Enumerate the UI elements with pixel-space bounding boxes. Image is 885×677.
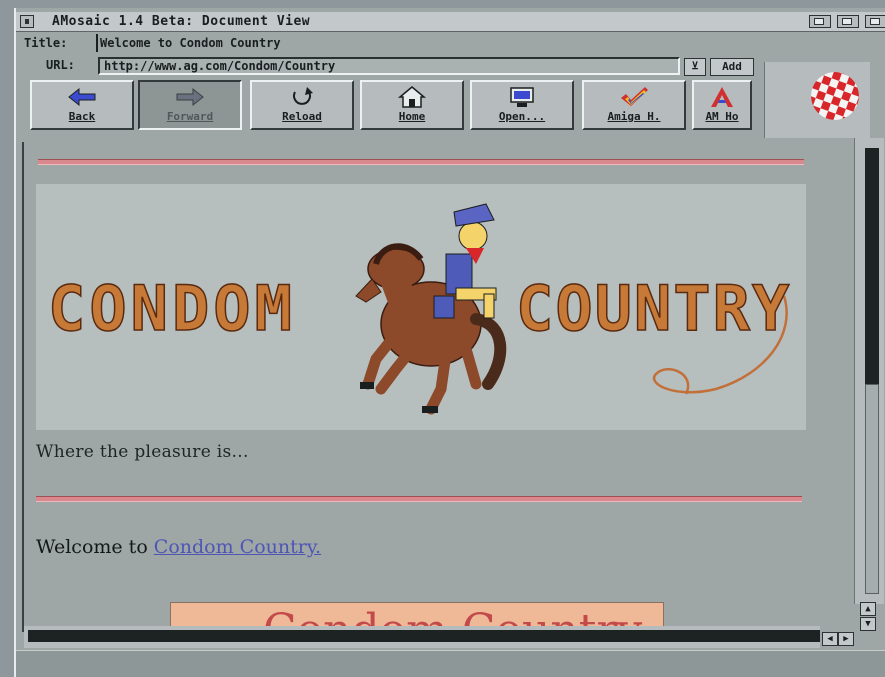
back-button[interactable]: Back <box>30 80 134 130</box>
home-button[interactable]: Home <box>360 80 464 130</box>
vertical-scroll-track[interactable] <box>865 384 879 594</box>
window-title: AMosaic 1.4 Beta: Document View <box>52 14 311 29</box>
boing-ball-icon <box>811 72 859 120</box>
am-home-button[interactable]: AM Ho <box>692 80 752 130</box>
browser-window: AMosaic 1.4 Beta: Document View Title: W… <box>14 8 885 677</box>
reload-button[interactable]: Reload <box>250 80 354 130</box>
logo-panel[interactable] <box>764 62 870 138</box>
amiga-home-button-label: Amiga H. <box>607 110 661 123</box>
welcome-paragraph: Welcome to Condom Country. <box>36 536 321 558</box>
url-field-label: URL: <box>46 58 75 72</box>
toolbar: Back Forward Reload Home Open... Amiga H… <box>16 80 761 136</box>
banner-left-word: CONDOM <box>48 272 296 345</box>
back-arrow-icon <box>68 87 96 107</box>
condom-country-banner[interactable]: CONDOM COUNTRY <box>36 184 806 430</box>
horizontal-rule <box>38 159 804 165</box>
forward-button-label: Forward <box>166 110 214 123</box>
url-input[interactable] <box>98 57 680 75</box>
document-title: Welcome to Condom Country <box>96 34 756 52</box>
iconify-gadget[interactable] <box>865 15 885 28</box>
reload-icon <box>293 87 313 105</box>
zoom-gadget[interactable] <box>809 15 831 28</box>
forward-button[interactable]: Forward <box>138 80 242 130</box>
open-icon <box>510 87 534 107</box>
banner-right-word: COUNTRY <box>516 272 791 345</box>
welcome-text: Welcome to <box>36 536 154 558</box>
vertical-scrollbar[interactable] <box>854 138 884 604</box>
back-button-label: Back <box>68 110 96 123</box>
scroll-left-arrow-icon[interactable]: ◀ <box>822 632 838 646</box>
forward-arrow-icon <box>176 87 204 107</box>
scroll-up-arrow-icon[interactable]: ▲ <box>860 602 876 616</box>
cowboy-on-horse-illustration: CONDOM COUNTRY <box>47 203 791 415</box>
url-dropdown-button[interactable]: ⊻ <box>684 58 706 76</box>
scroll-right-arrow-icon[interactable]: ▶ <box>838 632 854 646</box>
reload-button-label: Reload <box>282 110 322 123</box>
title-field-label: Title: <box>24 36 68 50</box>
condom-country-link[interactable]: Condom Country. <box>154 536 321 558</box>
amiga-checkmark-icon <box>621 87 648 106</box>
tagline: Where the pleasure is... <box>36 442 249 462</box>
vertical-scroll-knob[interactable] <box>865 148 879 384</box>
depth-gadget[interactable] <box>837 15 859 28</box>
open-button[interactable]: Open... <box>470 80 574 130</box>
home-button-label: Home <box>398 110 426 123</box>
status-bar <box>16 650 885 677</box>
amiga-home-button[interactable]: Amiga H. <box>582 80 686 130</box>
amiga-logo-icon <box>711 87 733 107</box>
scroll-down-arrow-icon[interactable]: ▼ <box>860 617 876 631</box>
document-view[interactable]: CONDOM COUNTRY Where the pleasure is... … <box>22 142 848 632</box>
horizontal-scroll-knob[interactable] <box>28 630 820 642</box>
close-gadget[interactable] <box>20 15 34 28</box>
title-bar[interactable]: AMosaic 1.4 Beta: Document View <box>16 12 885 32</box>
am-home-button-label: AM Ho <box>705 110 739 123</box>
add-hotlist-button[interactable]: Add <box>710 58 754 76</box>
open-button-label: Open... <box>498 110 546 123</box>
horizontal-scrollbar[interactable] <box>24 626 820 648</box>
horizontal-rule <box>36 496 802 502</box>
home-icon <box>397 86 427 108</box>
